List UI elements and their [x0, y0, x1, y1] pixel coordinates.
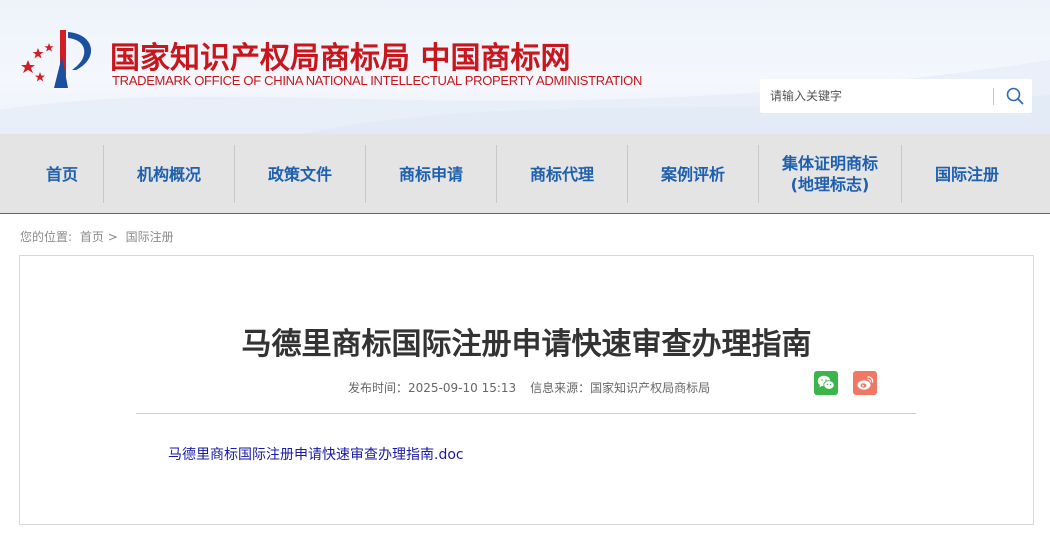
- weibo-icon: [857, 376, 874, 390]
- attachment-doc-link[interactable]: 马德里商标国际注册申请快速审查办理指南.doc: [168, 444, 464, 464]
- nav-item-about[interactable]: 机构概况: [104, 134, 234, 214]
- search-input[interactable]: [760, 79, 992, 113]
- search-button[interactable]: [998, 79, 1032, 113]
- title-divider: [136, 413, 916, 414]
- source-label: 信息来源：: [530, 381, 591, 395]
- source-value: 国家知识产权局商标局: [590, 381, 711, 395]
- nav-item-collective-marks[interactable]: 集体证明商标 (地理标志): [759, 134, 901, 214]
- search-icon: [1006, 87, 1024, 105]
- publish-time: 2025-09-10 15:13: [408, 381, 517, 395]
- site-header: 国家知识产权局商标局 中国商标网 TRADEMARK OFFICE OF CHI…: [0, 0, 1050, 134]
- site-subtitle: TRADEMARK OFFICE OF CHINA NATIONAL INTEL…: [112, 73, 643, 88]
- article-title: 马德里商标国际注册申请快速审查办理指南: [241, 327, 812, 362]
- nav-item-international[interactable]: 国际注册: [902, 134, 1032, 214]
- search-box: [760, 79, 1032, 113]
- article-panel: 马德里商标国际注册申请快速审查办理指南 发布时间：2025-09-10 15:1…: [19, 255, 1034, 525]
- nav-item-policy[interactable]: 政策文件: [235, 134, 365, 214]
- share-weibo-button[interactable]: [853, 371, 877, 395]
- search-divider: [993, 88, 994, 105]
- main-nav: 首页 机构概况 政策文件 商标申请 商标代理 案例评析 集体证明商标 (地理标志…: [0, 134, 1050, 214]
- nav-item-application[interactable]: 商标申请: [366, 134, 496, 214]
- breadcrumb: 您的位置: 首页 > 国际注册: [20, 228, 178, 245]
- cnipa-emblem-icon[interactable]: [16, 26, 106, 92]
- breadcrumb-current-link[interactable]: 国际注册: [126, 230, 174, 244]
- breadcrumb-home-link[interactable]: 首页 >: [80, 230, 118, 244]
- article-meta: 发布时间：2025-09-10 15:13 信息来源：国家知识产权局商标局: [348, 379, 710, 396]
- nav-item-cases[interactable]: 案例评析: [628, 134, 758, 214]
- site-title[interactable]: 国家知识产权局商标局 中国商标网: [110, 33, 570, 77]
- publish-time-label: 发布时间：: [348, 381, 409, 395]
- share-wechat-button[interactable]: [814, 371, 838, 395]
- breadcrumb-prefix: 您的位置:: [20, 230, 73, 244]
- nav-item-home[interactable]: 首页: [22, 134, 102, 214]
- wechat-icon: [817, 375, 835, 390]
- nav-item-agency[interactable]: 商标代理: [497, 134, 627, 214]
